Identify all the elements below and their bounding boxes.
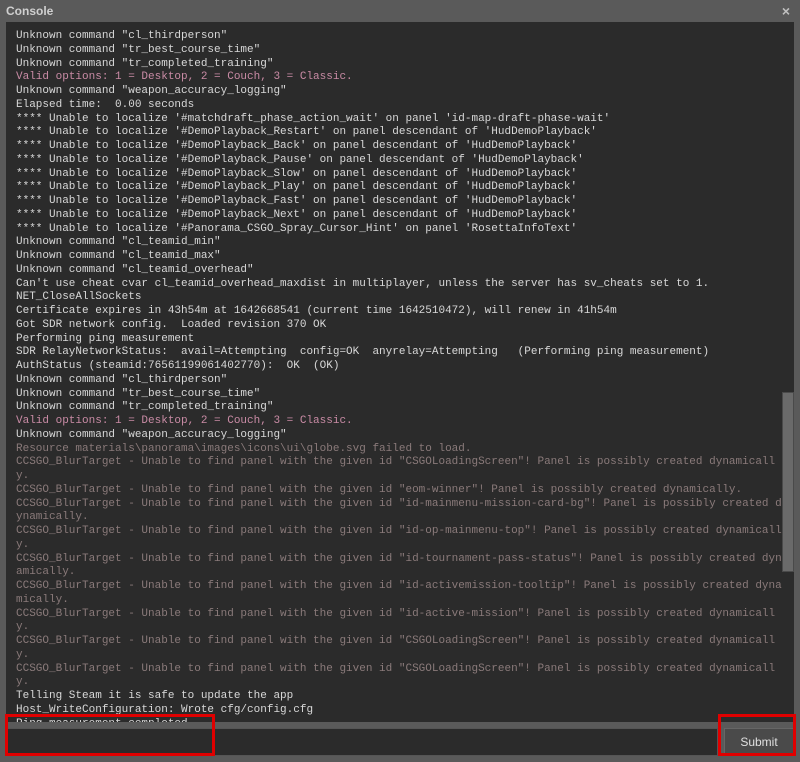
console-line: Unknown command "cl_teamid_max" (16, 250, 784, 264)
console-line: **** Unable to localize '#DemoPlayback_P… (16, 154, 784, 168)
console-line: CCSGO_BlurTarget - Unable to find panel … (16, 456, 784, 484)
console-line: Elapsed time: 0.00 seconds (16, 99, 784, 113)
console-line: Telling Steam it is safe to update the a… (16, 690, 784, 704)
console-line: Performing ping measurement (16, 333, 784, 347)
console-line: CCSGO_BlurTarget - Unable to find panel … (16, 608, 784, 636)
console-line: CCSGO_BlurTarget - Unable to find panel … (16, 635, 784, 663)
console-line: **** Unable to localize '#matchdraft_pha… (16, 113, 784, 127)
console-line: **** Unable to localize '#DemoPlayback_R… (16, 126, 784, 140)
console-line: Unknown command "cl_teamid_overhead" (16, 264, 784, 278)
console-line: Unknown command "tr_best_course_time" (16, 44, 784, 58)
console-line: Unknown command "weapon_accuracy_logging… (16, 85, 784, 99)
console-line: **** Unable to localize '#DemoPlayback_F… (16, 195, 784, 209)
console-line: CCSGO_BlurTarget - Unable to find panel … (16, 498, 784, 526)
console-line: Unknown command "tr_completed_training" (16, 58, 784, 72)
console-line: Certificate expires in 43h54m at 1642668… (16, 305, 784, 319)
command-input[interactable] (6, 728, 718, 756)
scrollbar-thumb[interactable] (782, 392, 794, 572)
console-line: Unknown command "tr_best_course_time" (16, 388, 784, 402)
console-line: Valid options: 1 = Desktop, 2 = Couch, 3… (16, 71, 784, 85)
console-line: NET_CloseAllSockets (16, 291, 784, 305)
console-line: Got SDR network config. Loaded revision … (16, 319, 784, 333)
console-line: CCSGO_BlurTarget - Unable to find panel … (16, 580, 784, 608)
console-line: CCSGO_BlurTarget - Unable to find panel … (16, 525, 784, 553)
close-icon[interactable]: × (778, 3, 794, 19)
console-line: SDR RelayNetworkStatus: avail=Attempting… (16, 346, 784, 360)
input-row: Submit (0, 728, 800, 762)
console-line: AuthStatus (steamid:76561199061402770): … (16, 360, 784, 374)
console-line: CCSGO_BlurTarget - Unable to find panel … (16, 663, 784, 691)
console-window: Console × Unknown command "cl_thirdperso… (0, 0, 800, 762)
console-line: CCSGO_BlurTarget - Unable to find panel … (16, 553, 784, 581)
console-line: Can't use cheat cvar cl_teamid_overhead_… (16, 278, 784, 292)
console-line: **** Unable to localize '#DemoPlayback_S… (16, 168, 784, 182)
console-line: Valid options: 1 = Desktop, 2 = Couch, 3… (16, 415, 784, 429)
console-line: Unknown command "cl_thirdperson" (16, 30, 784, 44)
console-line: **** Unable to localize '#DemoPlayback_N… (16, 209, 784, 223)
window-title: Console (6, 4, 53, 18)
console-line: Unknown command "cl_thirdperson" (16, 374, 784, 388)
console-line: **** Unable to localize '#DemoPlayback_P… (16, 181, 784, 195)
console-line: Ping measurement completed (16, 718, 784, 723)
submit-button[interactable]: Submit (724, 728, 794, 756)
console-line: Unknown command "weapon_accuracy_logging… (16, 429, 784, 443)
console-line: Host_WriteConfiguration: Wrote cfg/confi… (16, 704, 784, 718)
console-line: Unknown command "cl_teamid_min" (16, 236, 784, 250)
console-line: **** Unable to localize '#Panorama_CSGO_… (16, 223, 784, 237)
console-output: Unknown command "cl_thirdperson"Unknown … (6, 22, 794, 722)
console-line: CCSGO_BlurTarget - Unable to find panel … (16, 484, 784, 498)
console-line: **** Unable to localize '#DemoPlayback_B… (16, 140, 784, 154)
console-line: Resource materials\panorama\images\icons… (16, 443, 784, 457)
titlebar: Console × (0, 0, 800, 22)
console-line: Unknown command "tr_completed_training" (16, 401, 784, 415)
